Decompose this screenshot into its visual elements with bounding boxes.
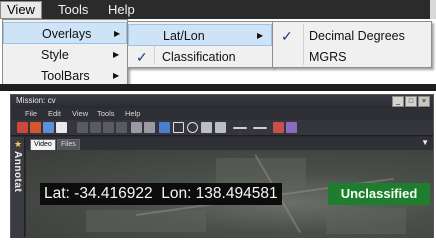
latlon-menu-decimal-degrees[interactable]: ✓ Decimal Degrees bbox=[273, 25, 431, 47]
freehand-icon[interactable] bbox=[215, 122, 226, 133]
classification-label: Classification bbox=[162, 50, 236, 64]
disabled-tool-icon[interactable] bbox=[90, 122, 101, 133]
checkmark-icon: ✓ bbox=[136, 49, 148, 65]
style-label: Style bbox=[41, 48, 69, 62]
menu-screenshot: View Tools Help Overlays ▶ Style ▶ ToolB… bbox=[0, 0, 436, 91]
latlon-menu: ✓ Decimal Degrees MGRS bbox=[272, 21, 432, 68]
annotations-label: Annotat bbox=[12, 151, 23, 193]
background-window-edge bbox=[0, 84, 436, 91]
menu-bar: View Tools Help bbox=[0, 0, 436, 19]
toolbar bbox=[11, 120, 433, 136]
collapse-arrow-icon[interactable]: ▼ bbox=[421, 138, 429, 147]
line-weight-icon[interactable] bbox=[253, 127, 267, 129]
disabled-tool-icon[interactable] bbox=[77, 122, 88, 133]
palette-icon[interactable] bbox=[273, 122, 284, 133]
zoom-in-icon[interactable] bbox=[131, 122, 142, 133]
checkmark-icon: ✓ bbox=[281, 28, 293, 44]
record-icon[interactable] bbox=[17, 122, 28, 133]
menu-help[interactable]: Help bbox=[102, 2, 141, 18]
mission-window: Mission: cv _ □ × File Edit View Tools H… bbox=[10, 94, 434, 238]
submenu-arrow-icon: ▶ bbox=[113, 50, 120, 59]
rectangle-icon[interactable] bbox=[173, 122, 184, 133]
disabled-tool-icon[interactable] bbox=[116, 122, 127, 133]
mission-menu-edit[interactable]: Edit bbox=[48, 109, 61, 118]
mission-menu-tools[interactable]: Tools bbox=[97, 109, 115, 118]
view-menu-style[interactable]: Style ▶ bbox=[3, 44, 127, 66]
overlays-menu-classification[interactable]: ✓ Classification bbox=[128, 46, 272, 68]
ellipse-icon[interactable] bbox=[187, 122, 198, 133]
document-icon[interactable] bbox=[56, 122, 67, 133]
latlon-menu-mgrs[interactable]: MGRS bbox=[273, 46, 431, 68]
mission-menu-help[interactable]: Help bbox=[125, 109, 140, 118]
open-icon[interactable] bbox=[43, 122, 54, 133]
close-icon[interactable]: × bbox=[418, 96, 430, 107]
window-title: Mission: cv bbox=[16, 96, 56, 105]
submenu-arrow-icon: ▶ bbox=[257, 31, 264, 40]
video-view[interactable]: Lat: -34.416922 Lon: 138.494581 Unclassi… bbox=[26, 150, 433, 238]
tab-files[interactable]: Files bbox=[57, 139, 80, 150]
overlays-menu: Lat/Lon ▶ ✓ Classification bbox=[127, 21, 273, 68]
tab-video[interactable]: Video bbox=[30, 139, 56, 150]
latlon-overlay: Lat: -34.416922 Lon: 138.494581 bbox=[40, 183, 282, 205]
snapshot-icon[interactable] bbox=[30, 122, 41, 133]
menubar-edge bbox=[430, 0, 436, 19]
decimal-degrees-label: Decimal Degrees bbox=[309, 29, 405, 43]
mgrs-label: MGRS bbox=[309, 50, 347, 64]
view-menu: Overlays ▶ Style ▶ ToolBars ▶ bbox=[2, 19, 128, 87]
menu-view[interactable]: View bbox=[0, 1, 42, 19]
classification-badge: Unclassified bbox=[328, 183, 430, 205]
title-bar[interactable]: Mission: cv _ □ × bbox=[11, 95, 433, 108]
overlays-label: Overlays bbox=[42, 27, 92, 41]
star-icon: ★ bbox=[14, 139, 23, 149]
mission-menu-bar: File Edit View Tools Help bbox=[11, 108, 433, 120]
tab-bar: Video Files ▼ bbox=[26, 137, 433, 150]
maximize-icon[interactable]: □ bbox=[405, 96, 417, 107]
line-style-icon[interactable] bbox=[233, 127, 247, 129]
line-icon[interactable] bbox=[201, 122, 212, 133]
select-icon[interactable] bbox=[159, 122, 170, 133]
color-icon[interactable] bbox=[286, 122, 297, 133]
terrain-field bbox=[326, 208, 406, 234]
submenu-arrow-icon: ▶ bbox=[114, 29, 121, 38]
annotations-sidebar[interactable]: ★ Annotat bbox=[11, 137, 25, 238]
menu-tools[interactable]: Tools bbox=[52, 2, 94, 18]
window-controls: _ □ × bbox=[392, 96, 430, 107]
minimize-icon[interactable]: _ bbox=[392, 96, 404, 107]
latlon-label: Lat/Lon bbox=[163, 29, 205, 43]
disabled-tool-icon[interactable] bbox=[103, 122, 114, 133]
mission-menu-file[interactable]: File bbox=[25, 109, 37, 118]
zoom-out-icon[interactable] bbox=[144, 122, 155, 133]
view-menu-overlays[interactable]: Overlays ▶ bbox=[3, 22, 127, 44]
mission-menu-view[interactable]: View bbox=[72, 109, 88, 118]
overlays-menu-latlon[interactable]: Lat/Lon ▶ bbox=[128, 24, 272, 46]
